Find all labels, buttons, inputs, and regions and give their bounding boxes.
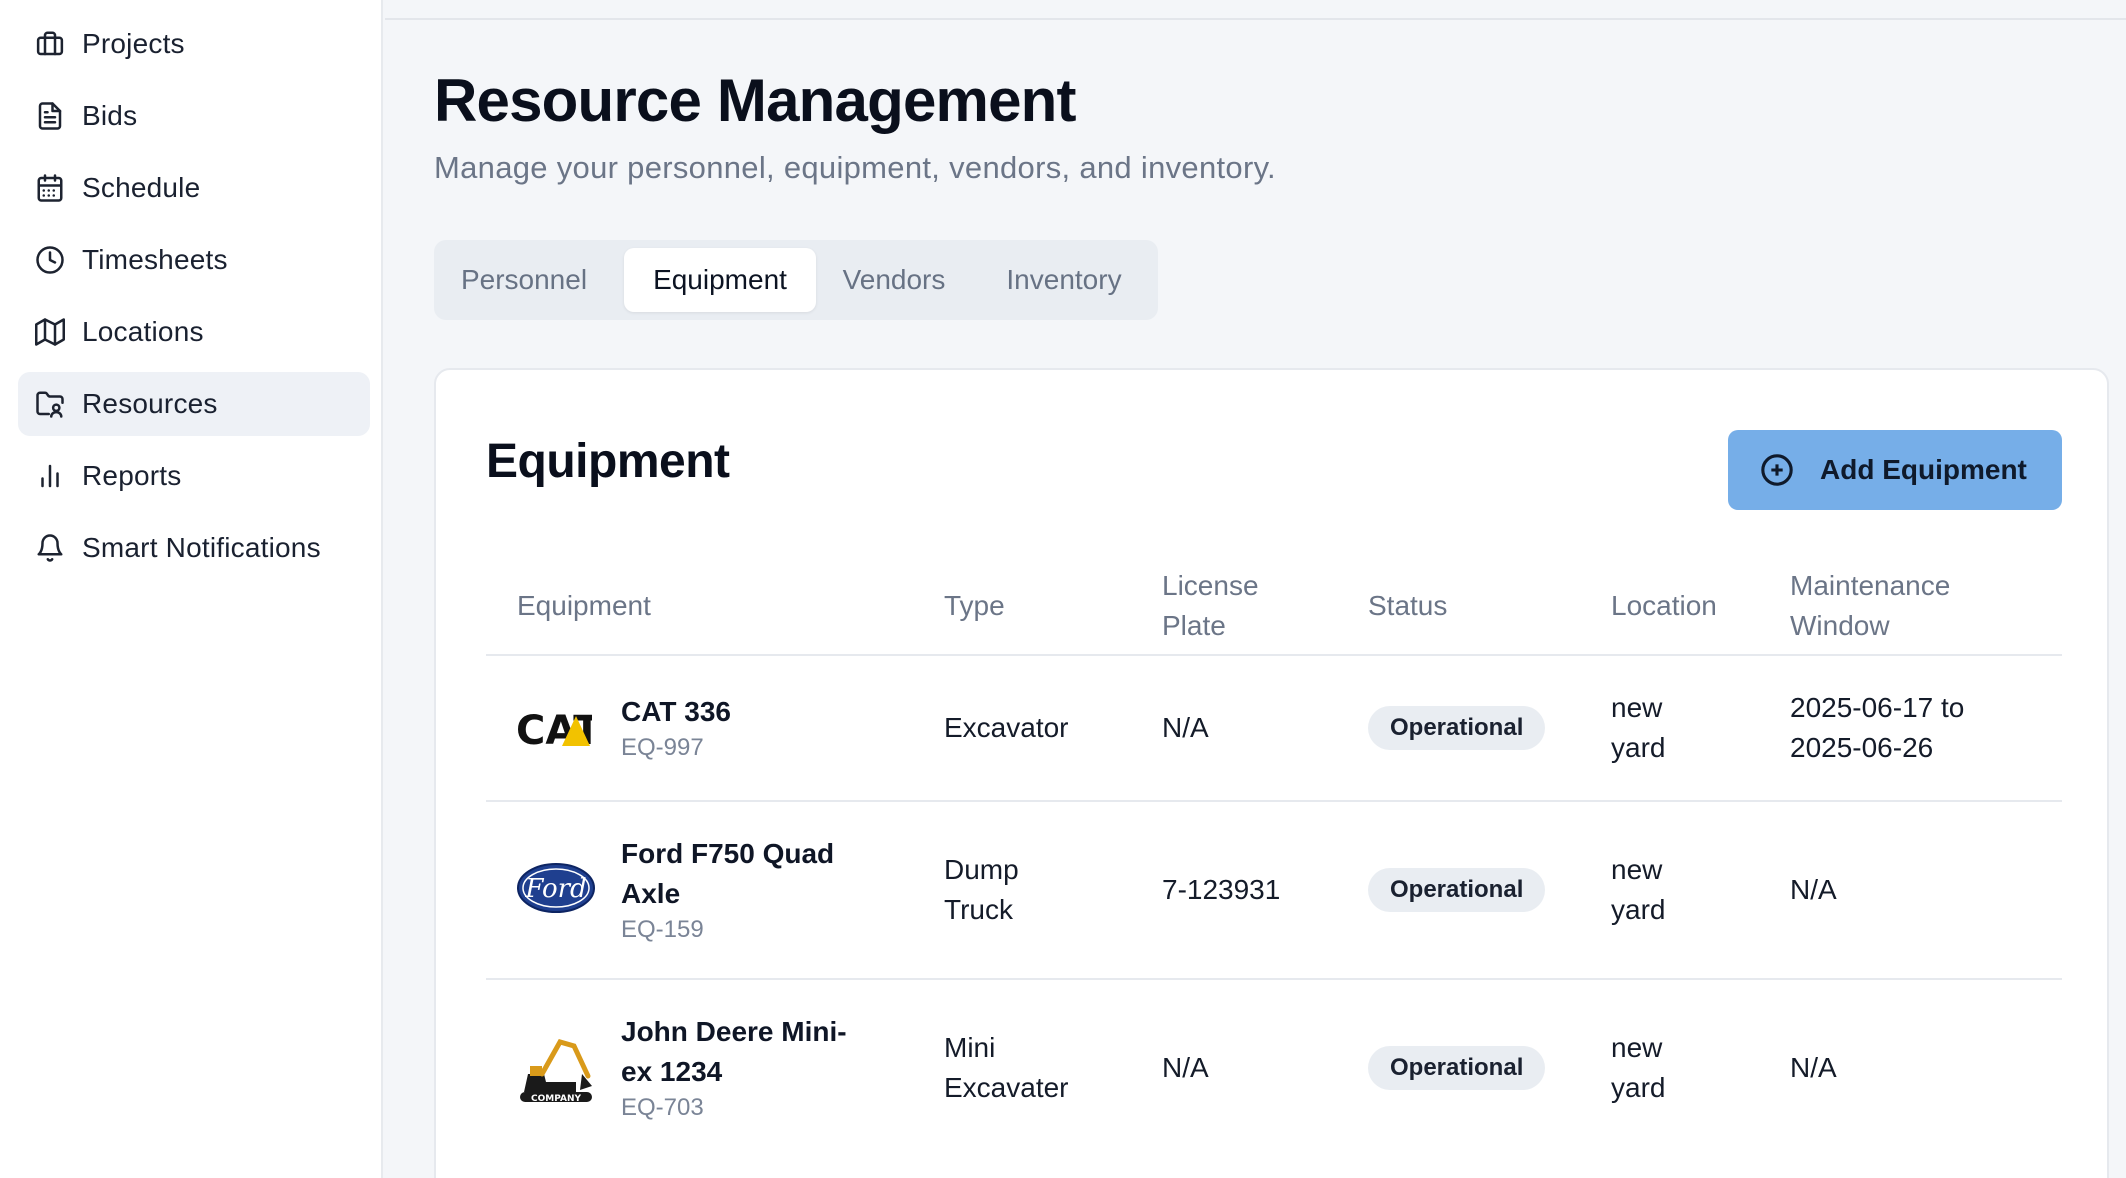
column-header-type[interactable]: Type — [944, 586, 1005, 626]
sidebar-item-label: Reports — [82, 460, 182, 491]
type-line: Mini — [944, 1032, 996, 1063]
card-title: Equipment — [486, 435, 730, 488]
bell-icon — [34, 532, 66, 564]
sidebar-item-reports[interactable]: Reports — [18, 444, 370, 508]
license-plate: 7-123931 — [1162, 874, 1281, 905]
sidebar-item-smart-notifications[interactable]: Smart Notifications — [18, 516, 370, 580]
maintenance-window: N/A — [1790, 874, 1837, 905]
column-header-license-plate[interactable]: License Plate — [1162, 566, 1259, 646]
location-line: new — [1611, 1032, 1663, 1063]
sidebar-item-label: Projects — [82, 28, 185, 59]
equipment-type: Excavator — [944, 712, 1069, 743]
excavator-company-logo: COMPANY — [520, 1039, 592, 1104]
location-line: new — [1611, 692, 1663, 723]
equipment-location: new yard — [1611, 688, 1665, 768]
table-header-divider — [486, 654, 2062, 656]
page-title: Resource Management — [434, 67, 1076, 134]
column-header-location[interactable]: Location — [1611, 586, 1717, 626]
equipment-location: new yard — [1611, 850, 1665, 930]
name-line: CAT 336 — [621, 696, 731, 727]
briefcase-icon — [34, 28, 66, 60]
row-divider — [486, 978, 2062, 980]
type-line: Truck — [944, 894, 1013, 925]
equipment-type: Dump Truck — [944, 850, 1019, 930]
status-badge: Operational — [1368, 706, 1546, 750]
equipment-type: Mini Excavater — [944, 1028, 1069, 1108]
sidebar-item-label: Locations — [82, 316, 204, 347]
tab-inventory[interactable]: Inventory — [980, 248, 1148, 312]
resource-tabs: Personnel Equipment Vendors Inventory — [434, 240, 1158, 320]
status-badge: Operational — [1368, 868, 1546, 912]
sidebar-item-bids[interactable]: Bids — [18, 84, 370, 148]
name-line: Ford F750 Quad — [621, 838, 835, 869]
svg-text:COMPANY: COMPANY — [531, 1094, 581, 1104]
header-divider — [385, 18, 2126, 20]
location-line: yard — [1611, 1072, 1666, 1103]
location-line: yard — [1611, 894, 1666, 925]
bar-chart-icon — [34, 460, 66, 492]
location-line: yard — [1611, 732, 1666, 763]
folder-user-icon — [34, 388, 66, 420]
document-icon — [34, 100, 66, 132]
location-line: new — [1611, 854, 1663, 885]
column-header-equipment[interactable]: Equipment — [517, 586, 651, 626]
maintenance-line: 2025-06-17 to — [1790, 692, 1965, 723]
tab-equipment[interactable]: Equipment — [624, 248, 816, 312]
add-equipment-button[interactable]: Add Equipment — [1728, 430, 2062, 510]
tab-personnel[interactable]: Personnel — [442, 248, 606, 312]
plus-circle-icon — [1761, 454, 1793, 486]
sidebar-item-locations[interactable]: Locations — [18, 300, 370, 364]
sidebar: Projects Bids Schedule Timesheets Locati… — [0, 0, 383, 1178]
equipment-card: Equipment Add Equipment Equipment Type L… — [434, 368, 2109, 1178]
maintenance-line: 2025-06-26 — [1790, 732, 1934, 763]
sidebar-item-schedule[interactable]: Schedule — [18, 156, 370, 220]
equipment-name: John Deere Mini- ex 1234 — [621, 1012, 861, 1092]
header-line: License — [1162, 570, 1259, 601]
license-plate: N/A — [1162, 712, 1209, 743]
name-line: Axle — [621, 878, 681, 909]
header-line: Window — [1790, 610, 1890, 641]
name-line: John Deere Mini- — [621, 1016, 847, 1047]
sidebar-item-resources[interactable]: Resources — [18, 372, 370, 436]
equipment-name: CAT 336 — [621, 692, 861, 732]
maintenance-window: 2025-06-17 to 2025-06-26 — [1790, 688, 1964, 768]
sidebar-item-label: Timesheets — [82, 244, 228, 275]
header-line: Plate — [1162, 610, 1226, 641]
equipment-id: EQ-159 — [621, 916, 704, 943]
calendar-icon — [34, 172, 66, 204]
type-line: Excavater — [944, 1072, 1069, 1103]
map-icon — [34, 316, 66, 348]
sidebar-item-label: Resources — [82, 388, 218, 419]
status-badge: Operational — [1368, 1046, 1546, 1090]
name-line: ex 1234 — [621, 1056, 723, 1087]
ford-logo: Ford — [517, 863, 595, 913]
sidebar-item-label: Bids — [82, 100, 138, 131]
sidebar-item-projects[interactable]: Projects — [18, 12, 370, 76]
clock-icon — [34, 244, 66, 276]
license-plate: N/A — [1162, 1052, 1209, 1083]
sidebar-item-label: Smart Notifications — [82, 532, 321, 563]
sidebar-item-label: Schedule — [82, 172, 201, 203]
cat-logo: CAT — [516, 708, 592, 752]
column-header-maintenance-window[interactable]: Maintenance Window — [1790, 566, 1950, 646]
row-divider — [486, 800, 2062, 802]
equipment-id: EQ-703 — [621, 1094, 704, 1121]
equipment-name: Ford F750 Quad Axle — [621, 834, 861, 914]
column-header-status[interactable]: Status — [1368, 586, 1447, 626]
equipment-location: new yard — [1611, 1028, 1665, 1108]
type-line: Dump — [944, 854, 1019, 885]
equipment-id: EQ-997 — [621, 734, 704, 761]
tab-vendors[interactable]: Vendors — [822, 248, 966, 312]
add-equipment-label: Add Equipment — [1820, 454, 2027, 485]
svg-text:Ford: Ford — [524, 874, 586, 904]
header-line: Maintenance — [1790, 570, 1951, 601]
maintenance-window: N/A — [1790, 1052, 1837, 1083]
page-subtitle: Manage your personnel, equipment, vendor… — [434, 150, 1276, 185]
sidebar-item-timesheets[interactable]: Timesheets — [18, 228, 370, 292]
